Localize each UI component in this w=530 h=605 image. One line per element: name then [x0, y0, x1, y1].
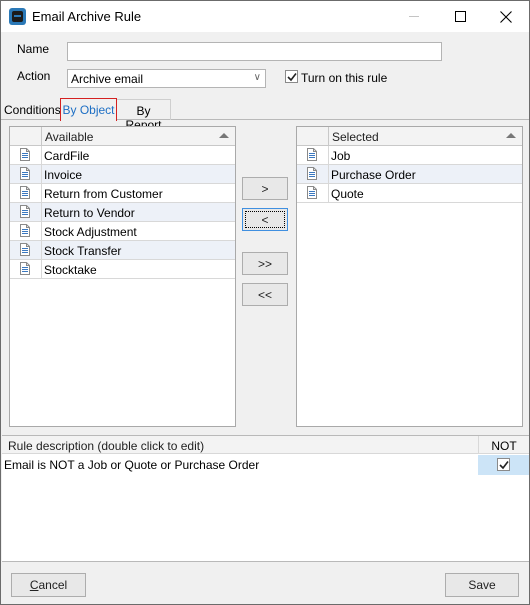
- available-header[interactable]: Available: [10, 127, 235, 146]
- maximize-icon: [454, 11, 466, 22]
- document-icon: [10, 241, 42, 259]
- document-icon: [10, 146, 42, 164]
- document-icon: [10, 203, 42, 221]
- add-all-button[interactable]: >>: [242, 252, 288, 275]
- rule-description-header: Rule description (double click to edit) …: [2, 436, 529, 454]
- list-item[interactable]: Stocktake: [10, 260, 235, 279]
- list-item[interactable]: Stock Adjustment: [10, 222, 235, 241]
- name-input[interactable]: [67, 42, 442, 61]
- email-archive-rule-dialog: Email Archive Rule Name Action Archive e…: [0, 0, 530, 605]
- tab-by-object[interactable]: By Object: [60, 98, 117, 121]
- document-icon: [10, 260, 42, 278]
- close-icon: [500, 10, 512, 23]
- cancel-button[interactable]: Cancel: [11, 573, 86, 597]
- list-item[interactable]: CardFile: [10, 146, 235, 165]
- document-icon: [10, 184, 42, 202]
- name-label: Name: [17, 42, 50, 56]
- chevron-down-icon: ∨: [253, 72, 261, 83]
- minimize-button[interactable]: [391, 1, 437, 32]
- available-header-label: Available: [45, 130, 94, 144]
- list-item-label: Quote: [331, 187, 364, 201]
- not-cell[interactable]: [478, 455, 529, 475]
- checkmark-icon: [499, 461, 509, 470]
- rule-description-grid[interactable]: Rule description (double click to edit) …: [2, 435, 529, 562]
- document-icon: [10, 222, 42, 240]
- document-icon: [10, 165, 42, 183]
- turn-on-rule-label: Turn on this rule: [301, 71, 388, 85]
- list-item-label: CardFile: [44, 149, 90, 163]
- action-label: Action: [17, 69, 51, 83]
- list-item-label: Job: [331, 149, 351, 163]
- window-title: Email Archive Rule: [32, 9, 142, 24]
- cancel-mnemonic: C: [29, 578, 39, 592]
- title-bar: Email Archive Rule: [1, 1, 529, 32]
- add-button[interactable]: >: [242, 177, 288, 200]
- app-logo-icon: [9, 8, 26, 25]
- remove-all-button[interactable]: <<: [242, 283, 288, 306]
- selected-header[interactable]: Selected: [297, 127, 522, 146]
- list-item[interactable]: Purchase Order: [297, 165, 522, 184]
- checkmark-icon: [287, 73, 297, 82]
- list-item[interactable]: Job: [297, 146, 522, 165]
- rule-description-header-label: Rule description (double click to edit): [8, 439, 205, 453]
- available-list[interactable]: Available CardFile Invoice Return from Cus…: [9, 126, 236, 427]
- selected-header-label: Selected: [332, 130, 379, 144]
- list-item[interactable]: Return to Vendor: [10, 203, 235, 222]
- list-item[interactable]: Stock Transfer: [10, 241, 235, 260]
- cancel-label-rest: ancel: [38, 578, 68, 592]
- document-icon: [297, 184, 329, 202]
- list-item-label: Stock Adjustment: [44, 225, 137, 239]
- list-item-label: Return from Customer: [44, 187, 163, 201]
- action-value: Archive email: [71, 72, 144, 86]
- sort-ascending-icon: [219, 133, 229, 138]
- tab-by-report[interactable]: By Report: [117, 99, 171, 132]
- list-item[interactable]: Quote: [297, 184, 522, 203]
- document-icon: [297, 165, 329, 183]
- list-item-label: Stocktake: [44, 263, 97, 277]
- close-button[interactable]: [483, 1, 529, 32]
- list-item[interactable]: Invoice: [10, 165, 235, 184]
- tab-bar: Conditions By Object By Report: [1, 98, 529, 132]
- list-item-label: Purchase Order: [331, 168, 416, 182]
- save-button[interactable]: Save: [445, 573, 519, 597]
- tab-conditions[interactable]: Conditions: [4, 99, 61, 120]
- list-item-label: Stock Transfer: [44, 244, 122, 258]
- list-item[interactable]: Return from Customer: [10, 184, 235, 203]
- list-item-label: Invoice: [44, 168, 83, 182]
- selected-list[interactable]: Selected Job Purchase Order Quote: [296, 126, 523, 427]
- not-header: NOT: [478, 436, 529, 454]
- document-icon: [297, 146, 329, 164]
- rule-description-text[interactable]: Email is NOT a Job or Quote or Purchase …: [4, 458, 259, 472]
- maximize-button[interactable]: [437, 1, 483, 32]
- turn-on-rule-checkbox[interactable]: [285, 70, 298, 83]
- not-checkbox[interactable]: [497, 458, 510, 471]
- minimize-icon: [409, 16, 419, 17]
- list-item-label: Return to Vendor: [44, 206, 135, 220]
- remove-button[interactable]: <: [242, 208, 288, 231]
- sort-ascending-icon: [506, 133, 516, 138]
- action-select[interactable]: Archive email ∨: [67, 69, 266, 88]
